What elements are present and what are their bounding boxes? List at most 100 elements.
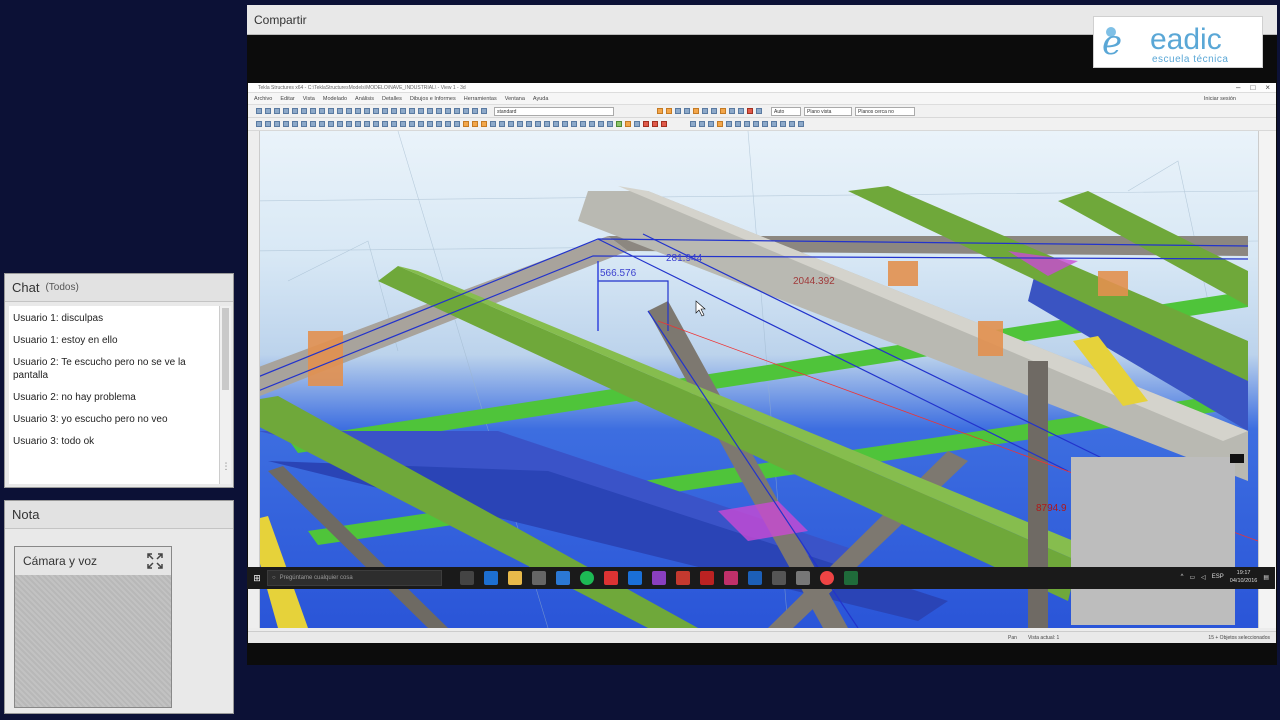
menu-item-ayuda[interactable]: Ayuda: [533, 96, 549, 102]
select-icon[interactable]: [445, 108, 451, 114]
tool-icon[interactable]: [409, 121, 415, 127]
tool-icon[interactable]: [526, 121, 532, 127]
tool-icon[interactable]: [382, 121, 388, 127]
tool-icon[interactable]: [643, 121, 649, 127]
menu-item-editar[interactable]: Editar: [280, 96, 294, 102]
tool-icon[interactable]: [717, 121, 723, 127]
edge-icon[interactable]: [484, 571, 498, 585]
select-icon[interactable]: [418, 108, 424, 114]
select-icon[interactable]: [301, 108, 307, 114]
snap-icon[interactable]: [702, 108, 708, 114]
tray-chevron-icon[interactable]: ^: [1181, 574, 1184, 580]
taskbar-search[interactable]: ○ Pregúntame cualquier cosa: [267, 570, 442, 586]
snap-icon[interactable]: [657, 108, 663, 114]
expand-icon[interactable]: [147, 553, 163, 569]
tool-icon[interactable]: [607, 121, 613, 127]
menu-item-dibujos[interactable]: Dibujos e Informes: [410, 96, 456, 102]
tool-icon[interactable]: [400, 121, 406, 127]
select-icon[interactable]: [391, 108, 397, 114]
select-icon[interactable]: [463, 108, 469, 114]
select-icon[interactable]: [472, 108, 478, 114]
snap-icon[interactable]: [684, 108, 690, 114]
acrobat-icon[interactable]: [676, 571, 690, 585]
snap-icon[interactable]: [747, 108, 753, 114]
select-icon[interactable]: [427, 108, 433, 114]
tool-icon[interactable]: [708, 121, 714, 127]
select-icon[interactable]: [319, 108, 325, 114]
connection-plate[interactable]: [978, 321, 1003, 356]
snap-icon[interactable]: [720, 108, 726, 114]
chrome-icon[interactable]: [820, 571, 834, 585]
menu-item-ventana[interactable]: Ventana: [505, 96, 525, 102]
tool-icon[interactable]: [472, 121, 478, 127]
tool-icon[interactable]: [598, 121, 604, 127]
snap-depth-combo[interactable]: Planos cerca no: [855, 106, 915, 116]
tool-icon[interactable]: [544, 121, 550, 127]
tool-icon[interactable]: [481, 121, 487, 127]
tool-icon[interactable]: [292, 121, 298, 127]
app-icon[interactable]: [796, 571, 810, 585]
select-icon[interactable]: [274, 108, 280, 114]
tool-icon[interactable]: [616, 121, 622, 127]
app-icon[interactable]: [628, 571, 642, 585]
app-icon[interactable]: [772, 571, 786, 585]
overlay-close-icon[interactable]: [1230, 454, 1244, 463]
tool-icon[interactable]: [490, 121, 496, 127]
select-icon[interactable]: [328, 108, 334, 114]
tool-icon[interactable]: [355, 121, 361, 127]
store-icon[interactable]: [532, 571, 546, 585]
tool-icon[interactable]: [562, 121, 568, 127]
select-icon[interactable]: [292, 108, 298, 114]
tool-icon[interactable]: [328, 121, 334, 127]
snap-icon[interactable]: [711, 108, 717, 114]
menu-item-herramientas[interactable]: Herramientas: [464, 96, 497, 102]
tool-icon[interactable]: [346, 121, 352, 127]
windows-start-icon[interactable]: ⊞: [247, 567, 267, 589]
tool-icon[interactable]: [798, 121, 804, 127]
tool-icon[interactable]: [418, 121, 424, 127]
spotify-icon[interactable]: [580, 571, 594, 585]
select-icon[interactable]: [256, 108, 262, 114]
tool-icon[interactable]: [699, 121, 705, 127]
task-view-icon[interactable]: [460, 571, 474, 585]
tool-icon[interactable]: [661, 121, 667, 127]
snap-icon[interactable]: [756, 108, 762, 114]
tool-icon[interactable]: [771, 121, 777, 127]
tool-icon[interactable]: [508, 121, 514, 127]
language-indicator[interactable]: ESP: [1212, 574, 1224, 580]
tool-icon[interactable]: [580, 121, 586, 127]
menu-item-analisis[interactable]: Análisis: [355, 96, 374, 102]
connection-plate[interactable]: [888, 261, 918, 286]
select-icon[interactable]: [409, 108, 415, 114]
tool-icon[interactable]: [436, 121, 442, 127]
minimize-icon[interactable]: –: [1236, 83, 1240, 92]
select-icon[interactable]: [481, 108, 487, 114]
tool-icon[interactable]: [265, 121, 271, 127]
notifications-icon[interactable]: ▤: [1263, 574, 1269, 581]
snap-icon[interactable]: [693, 108, 699, 114]
tool-icon[interactable]: [571, 121, 577, 127]
select-icon[interactable]: [346, 108, 352, 114]
sign-in-link[interactable]: Iniciar sesión: [1204, 96, 1236, 102]
mail-icon[interactable]: [556, 571, 570, 585]
tool-icon[interactable]: [517, 121, 523, 127]
select-icon[interactable]: [337, 108, 343, 114]
volume-icon[interactable]: ◁: [1201, 574, 1206, 581]
menu-item-archivo[interactable]: Archivo: [254, 96, 272, 102]
tool-icon[interactable]: [634, 121, 640, 127]
tool-icon[interactable]: [301, 121, 307, 127]
chat-scrollbar[interactable]: ⋮: [219, 306, 231, 484]
app-icon[interactable]: [844, 571, 858, 585]
tool-icon[interactable]: [735, 121, 741, 127]
tool-icon[interactable]: [780, 121, 786, 127]
tool-icon[interactable]: [744, 121, 750, 127]
tool-icon[interactable]: [690, 121, 696, 127]
select-icon[interactable]: [283, 108, 289, 114]
close-icon[interactable]: ×: [1265, 83, 1270, 92]
tool-icon[interactable]: [310, 121, 316, 127]
plane-combo[interactable]: Plano vista: [804, 106, 852, 116]
tool-icon[interactable]: [753, 121, 759, 127]
tool-icon[interactable]: [553, 121, 559, 127]
network-icon[interactable]: ▭: [1189, 574, 1195, 581]
clock[interactable]: 19:17 04/10/2016: [1230, 569, 1258, 585]
